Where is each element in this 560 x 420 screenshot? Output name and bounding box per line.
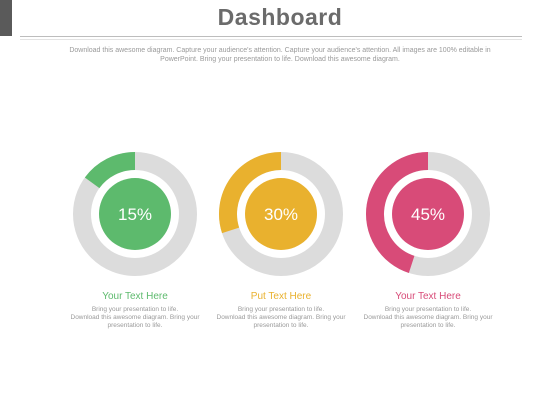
card-title: Your Text Here <box>102 291 168 302</box>
page-title: Dashboard <box>217 4 343 30</box>
intro-text: Download this awesome diagram. Capture y… <box>69 47 491 63</box>
card-description: Bring your presentation to life. Downloa… <box>70 306 200 330</box>
card-description-line-2: Download this awesome diagram. Bring you… <box>216 314 346 329</box>
card-description-line-1: Bring your presentation to life. <box>91 306 179 313</box>
card-description: Bring your presentation to life. Downloa… <box>216 306 346 330</box>
header-divider <box>20 36 522 37</box>
donut-chart-1: 15% <box>73 152 197 276</box>
card-description-line-2: Download this awesome diagram. Bring you… <box>70 314 200 329</box>
progress-card-1: 15% Your Text Here Bring your presentati… <box>70 150 200 330</box>
donut-chart-2: 30% <box>219 152 343 276</box>
header-divider-secondary <box>20 39 522 40</box>
card-description-line-2: Download this awesome diagram. Bring you… <box>363 314 493 329</box>
card-description-line-1: Bring your presentation to life. <box>237 306 325 313</box>
donut-chart-3: 45% <box>366 152 490 276</box>
progress-card-2: 30% Put Text Here Bring your presentatio… <box>216 150 346 330</box>
card-description-line-1: Bring your presentation to life. <box>384 306 472 313</box>
percent-label: 30% <box>264 205 298 224</box>
progress-card-3: 45% Your Text Here Bring your presentati… <box>363 150 493 330</box>
percent-label: 15% <box>118 205 152 224</box>
card-description: Bring your presentation to life. Downloa… <box>363 306 493 330</box>
card-title: Your Text Here <box>395 291 461 302</box>
percent-label: 45% <box>411 205 445 224</box>
card-title: Put Text Here <box>250 291 312 302</box>
